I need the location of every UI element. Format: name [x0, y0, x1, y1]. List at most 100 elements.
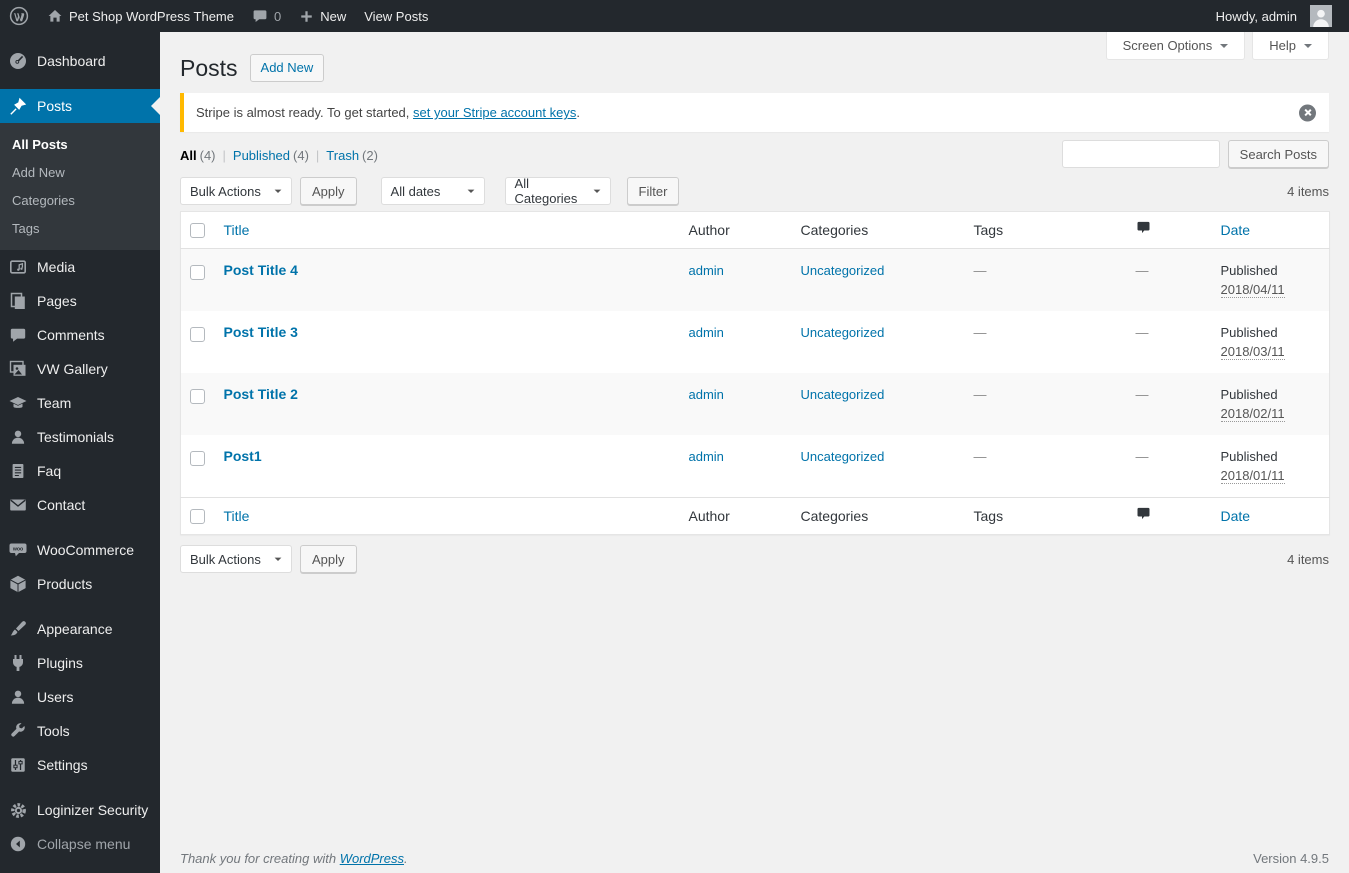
row-checkbox[interactable]: [190, 265, 205, 281]
submenu-label: Add New: [12, 164, 65, 180]
gallery-icon: [8, 359, 28, 379]
sidebar-item-dashboard[interactable]: Dashboard: [0, 44, 160, 78]
submenu-item-tags[interactable]: Tags: [0, 214, 160, 242]
svg-text:woo: woo: [12, 546, 23, 552]
sidebar-item-contact[interactable]: Contact: [0, 488, 160, 522]
author-link[interactable]: admin: [689, 263, 724, 278]
wordpress-link[interactable]: WordPress: [340, 851, 404, 866]
sidebar-item-faq[interactable]: Faq: [0, 454, 160, 488]
select-all-checkbox[interactable]: [190, 509, 205, 525]
view-trash-link[interactable]: Trash (2): [326, 148, 378, 163]
sidebar-item-settings[interactable]: Settings: [0, 748, 160, 782]
footer-thanks-text: Thank you for creating with: [180, 851, 340, 866]
post-title-link[interactable]: Post Title 4: [224, 262, 298, 278]
sidebar-item-label: Plugins: [37, 655, 83, 671]
sidebar-item-plugins[interactable]: Plugins: [0, 646, 160, 680]
adminbar-comments[interactable]: 0: [243, 0, 290, 32]
sidebar-item-label: Users: [37, 689, 74, 705]
sidebar-item-products[interactable]: Products: [0, 567, 160, 601]
sidebar-item-users[interactable]: Users: [0, 680, 160, 714]
dismiss-notice-icon[interactable]: [1299, 104, 1316, 121]
bulk-actions-select[interactable]: Bulk Actions: [180, 177, 292, 205]
screen-options-button[interactable]: Screen Options: [1105, 32, 1246, 60]
submenu-item-categories[interactable]: Categories: [0, 186, 160, 214]
view-published-count: (4): [293, 148, 309, 163]
category-link[interactable]: Uncategorized: [801, 263, 885, 278]
new-menu-item[interactable]: New: [290, 0, 355, 32]
author-link[interactable]: admin: [689, 449, 724, 464]
column-header-title[interactable]: Title: [213, 211, 679, 249]
help-button[interactable]: Help: [1252, 32, 1329, 60]
filter-button[interactable]: Filter: [626, 177, 680, 205]
bulk-actions-value: Bulk Actions: [190, 183, 261, 199]
apply-button[interactable]: Apply: [300, 545, 357, 573]
dates-filter-select[interactable]: All dates: [380, 177, 485, 205]
apply-button[interactable]: Apply: [300, 177, 357, 205]
page-title: Posts: [180, 55, 238, 81]
view-divider: |: [315, 148, 320, 163]
list-controls: All (4) | Published (4) | Trash (2) Search Post…: [180, 140, 1329, 168]
view-published-link[interactable]: Published (4): [233, 148, 309, 163]
column-header-date[interactable]: Date: [1210, 497, 1330, 535]
sidebar-item-label: Team: [37, 395, 72, 411]
sidebar-item-tools[interactable]: Tools: [0, 714, 160, 748]
sidebar-item-posts[interactable]: Posts: [0, 89, 160, 123]
submenu-item-add-new[interactable]: Add New: [0, 158, 160, 186]
search-input[interactable]: [1061, 140, 1220, 168]
sidebar-item-woocommerce[interactable]: woo WooCommerce: [0, 533, 160, 567]
account-menu[interactable]: Howdy, admin: [1207, 0, 1341, 32]
column-header-tags: Tags: [963, 211, 1126, 249]
author-link[interactable]: admin: [689, 387, 724, 402]
category-link[interactable]: Uncategorized: [801, 387, 885, 402]
author-link[interactable]: admin: [689, 325, 724, 340]
wordpress-menu-item[interactable]: [0, 0, 38, 32]
comments-icon: [8, 325, 28, 345]
notice-text: Stripe is almost ready. To get started,: [196, 105, 414, 120]
view-all-link[interactable]: All (4): [180, 148, 216, 163]
column-header-categories: Categories: [790, 211, 964, 249]
comments-value: —: [1135, 449, 1149, 464]
menu-separator: [0, 782, 160, 793]
sidebar-item-loginizer-security[interactable]: Loginizer Security: [0, 793, 160, 827]
sidebar-item-testimonials[interactable]: Testimonials: [0, 420, 160, 454]
column-header-title[interactable]: Title: [213, 497, 679, 535]
tablenav-bottom: Bulk Actions Apply 4 items: [180, 545, 1329, 573]
row-checkbox[interactable]: [190, 451, 205, 467]
post-date: 2018/01/11: [1220, 468, 1285, 484]
post-title-link[interactable]: Post Title 3: [224, 324, 298, 340]
stripe-account-keys-link[interactable]: set your Stripe account keys: [413, 105, 576, 120]
category-link[interactable]: Uncategorized: [801, 449, 885, 464]
comment-bubble-icon: [252, 8, 268, 24]
sidebar-item-media[interactable]: Media: [0, 250, 160, 284]
post-title-link[interactable]: Post1: [224, 448, 262, 464]
sidebar-item-vw-gallery[interactable]: VW Gallery: [0, 352, 160, 386]
column-header-categories: Categories: [790, 497, 964, 535]
submenu-item-all-posts[interactable]: All Posts: [0, 130, 160, 158]
notice-suffix: .: [576, 105, 580, 120]
collapse-arrow-icon: [8, 834, 28, 854]
bulk-actions-select[interactable]: Bulk Actions: [180, 545, 292, 573]
select-all-checkbox[interactable]: [190, 223, 205, 239]
post-status: Published: [1220, 449, 1278, 464]
sidebar-item-comments[interactable]: Comments: [0, 318, 160, 352]
view-posts-menu-item[interactable]: View Posts: [355, 0, 437, 32]
row-checkbox[interactable]: [190, 389, 205, 405]
add-new-button[interactable]: Add New: [249, 54, 325, 82]
categories-filter-select[interactable]: All Categories: [504, 176, 611, 206]
plug-icon: [8, 653, 28, 673]
box-icon: [8, 574, 28, 594]
bulk-actions-value: Bulk Actions: [190, 551, 261, 567]
category-link[interactable]: Uncategorized: [801, 325, 885, 340]
view-posts-label: View Posts: [364, 8, 429, 24]
sidebar-item-team[interactable]: Team: [0, 386, 160, 420]
sidebar-item-label: Comments: [37, 327, 105, 343]
search-posts-button[interactable]: Search Posts: [1227, 140, 1329, 168]
collapse-menu-button[interactable]: Collapse menu: [0, 827, 160, 861]
site-name-menu-item[interactable]: Pet Shop WordPress Theme: [38, 0, 243, 32]
sidebar-item-appearance[interactable]: Appearance: [0, 612, 160, 646]
column-header-date[interactable]: Date: [1210, 211, 1330, 249]
admin-bar: Pet Shop WordPress Theme 0 New View Post…: [0, 0, 1349, 32]
post-title-link[interactable]: Post Title 2: [224, 386, 298, 402]
sidebar-item-pages[interactable]: Pages: [0, 284, 160, 318]
row-checkbox[interactable]: [190, 327, 205, 343]
